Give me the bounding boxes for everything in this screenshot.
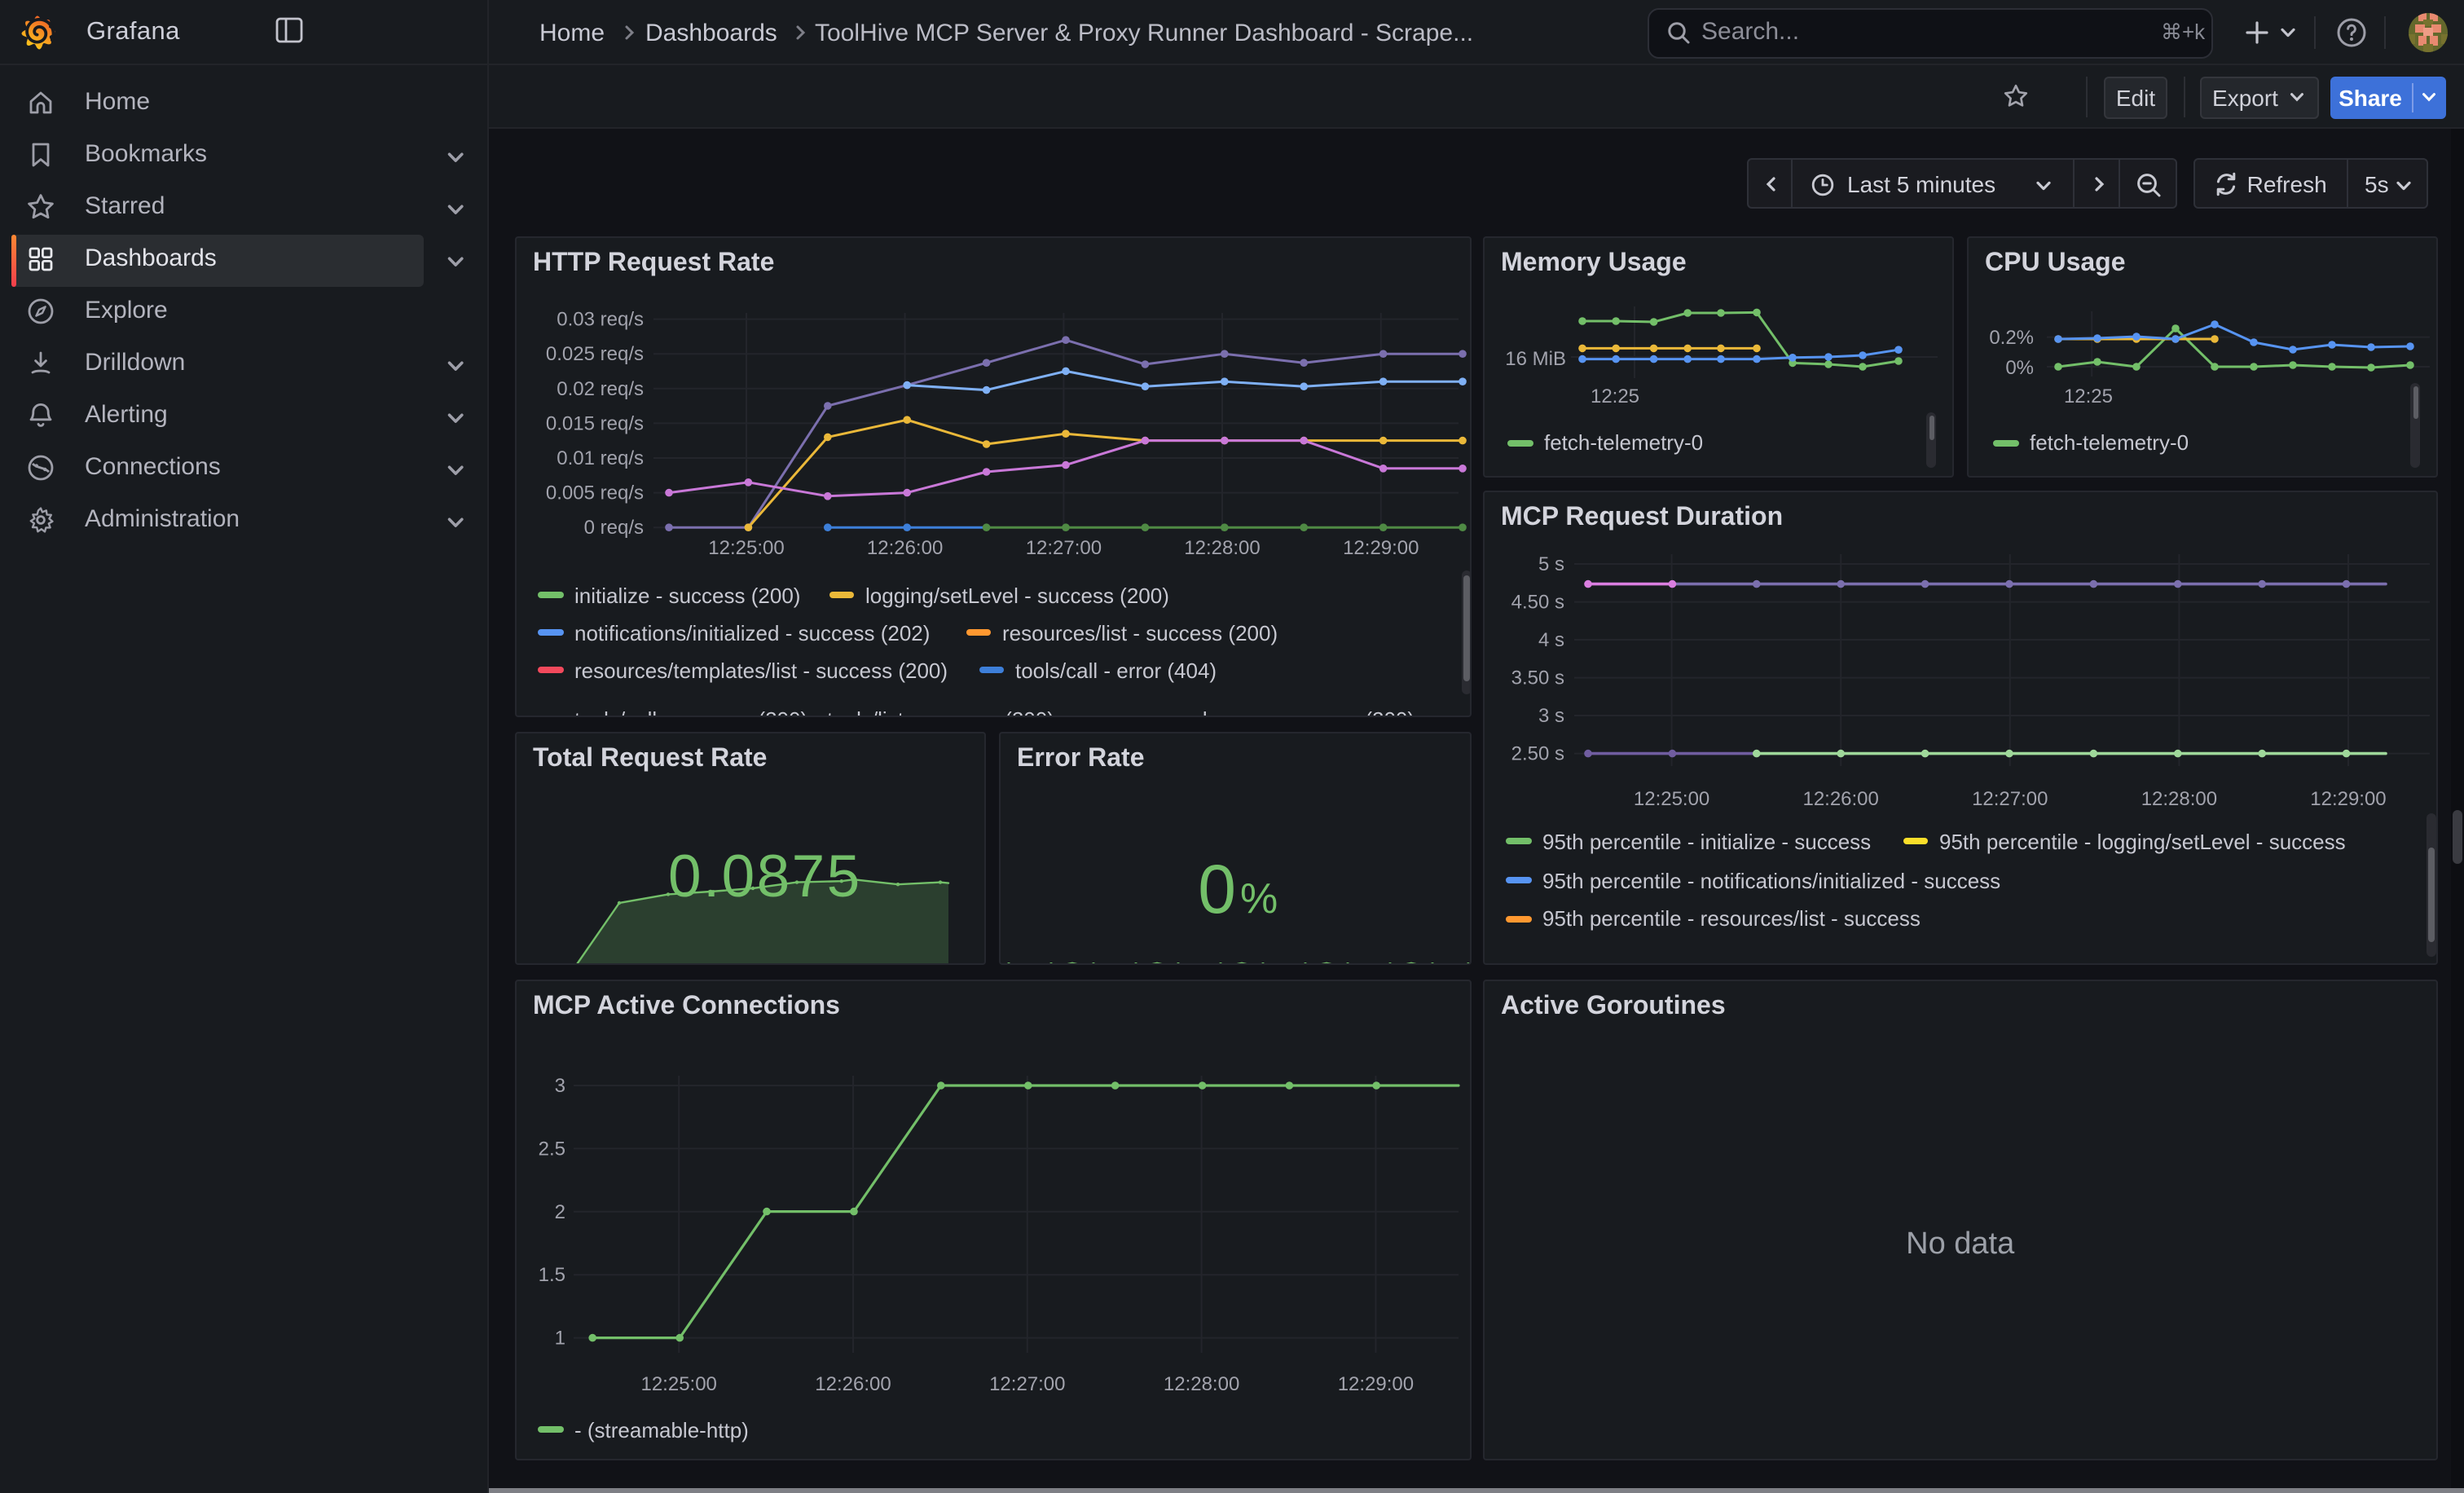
- svg-text:12:29:00: 12:29:00: [1338, 1373, 1414, 1395]
- svg-text:12:26:00: 12:26:00: [867, 537, 943, 559]
- svg-text:4 s: 4 s: [1538, 629, 1564, 651]
- svg-text:0.0875: 0.0875: [668, 843, 862, 909]
- svg-text:12:25: 12:25: [1591, 385, 1639, 407]
- svg-text:1.5: 1.5: [539, 1264, 565, 1286]
- svg-text:2: 2: [555, 1201, 565, 1223]
- svg-text:12:29:00: 12:29:00: [1343, 537, 1419, 559]
- svg-text:12:29:00: 12:29:00: [2310, 788, 2386, 810]
- svg-text:0.005 req/s: 0.005 req/s: [546, 482, 644, 504]
- svg-text:12:25: 12:25: [2064, 385, 2113, 407]
- svg-text:3 s: 3 s: [1538, 705, 1564, 727]
- svg-text:12:25:00: 12:25:00: [640, 1373, 716, 1395]
- svg-text:12:25:00: 12:25:00: [708, 537, 784, 559]
- svg-text:0.015 req/s: 0.015 req/s: [546, 412, 644, 434]
- svg-text:16 MiB: 16 MiB: [1505, 348, 1566, 370]
- svg-text:12:25:00: 12:25:00: [1634, 788, 1709, 810]
- svg-text:0.025 req/s: 0.025 req/s: [546, 343, 644, 365]
- svg-text:0: 0: [1198, 851, 1236, 927]
- svg-text:12:27:00: 12:27:00: [989, 1373, 1065, 1395]
- svg-text:%: %: [1240, 875, 1278, 923]
- svg-text:1: 1: [555, 1328, 565, 1350]
- svg-text:0.03 req/s: 0.03 req/s: [557, 309, 644, 331]
- svg-text:0.2%: 0.2%: [1989, 327, 2034, 349]
- svg-text:12:28:00: 12:28:00: [2141, 788, 2217, 810]
- svg-text:5 s: 5 s: [1538, 553, 1564, 575]
- svg-text:12:27:00: 12:27:00: [1972, 788, 2048, 810]
- svg-text:12:26:00: 12:26:00: [1803, 788, 1879, 810]
- svg-text:0 req/s: 0 req/s: [584, 517, 644, 539]
- svg-text:12:28:00: 12:28:00: [1184, 537, 1260, 559]
- svg-text:0.02 req/s: 0.02 req/s: [557, 378, 644, 400]
- svg-text:2.50 s: 2.50 s: [1511, 743, 1564, 765]
- svg-text:0%: 0%: [2005, 357, 2034, 379]
- svg-text:12:28:00: 12:28:00: [1164, 1373, 1239, 1395]
- svg-text:2.5: 2.5: [539, 1138, 565, 1160]
- svg-text:3.50 s: 3.50 s: [1511, 667, 1564, 689]
- svg-text:3: 3: [555, 1075, 565, 1097]
- svg-text:0.01 req/s: 0.01 req/s: [557, 447, 644, 469]
- svg-text:4.50 s: 4.50 s: [1511, 592, 1564, 614]
- svg-text:12:26:00: 12:26:00: [815, 1373, 891, 1395]
- svg-text:12:27:00: 12:27:00: [1026, 537, 1102, 559]
